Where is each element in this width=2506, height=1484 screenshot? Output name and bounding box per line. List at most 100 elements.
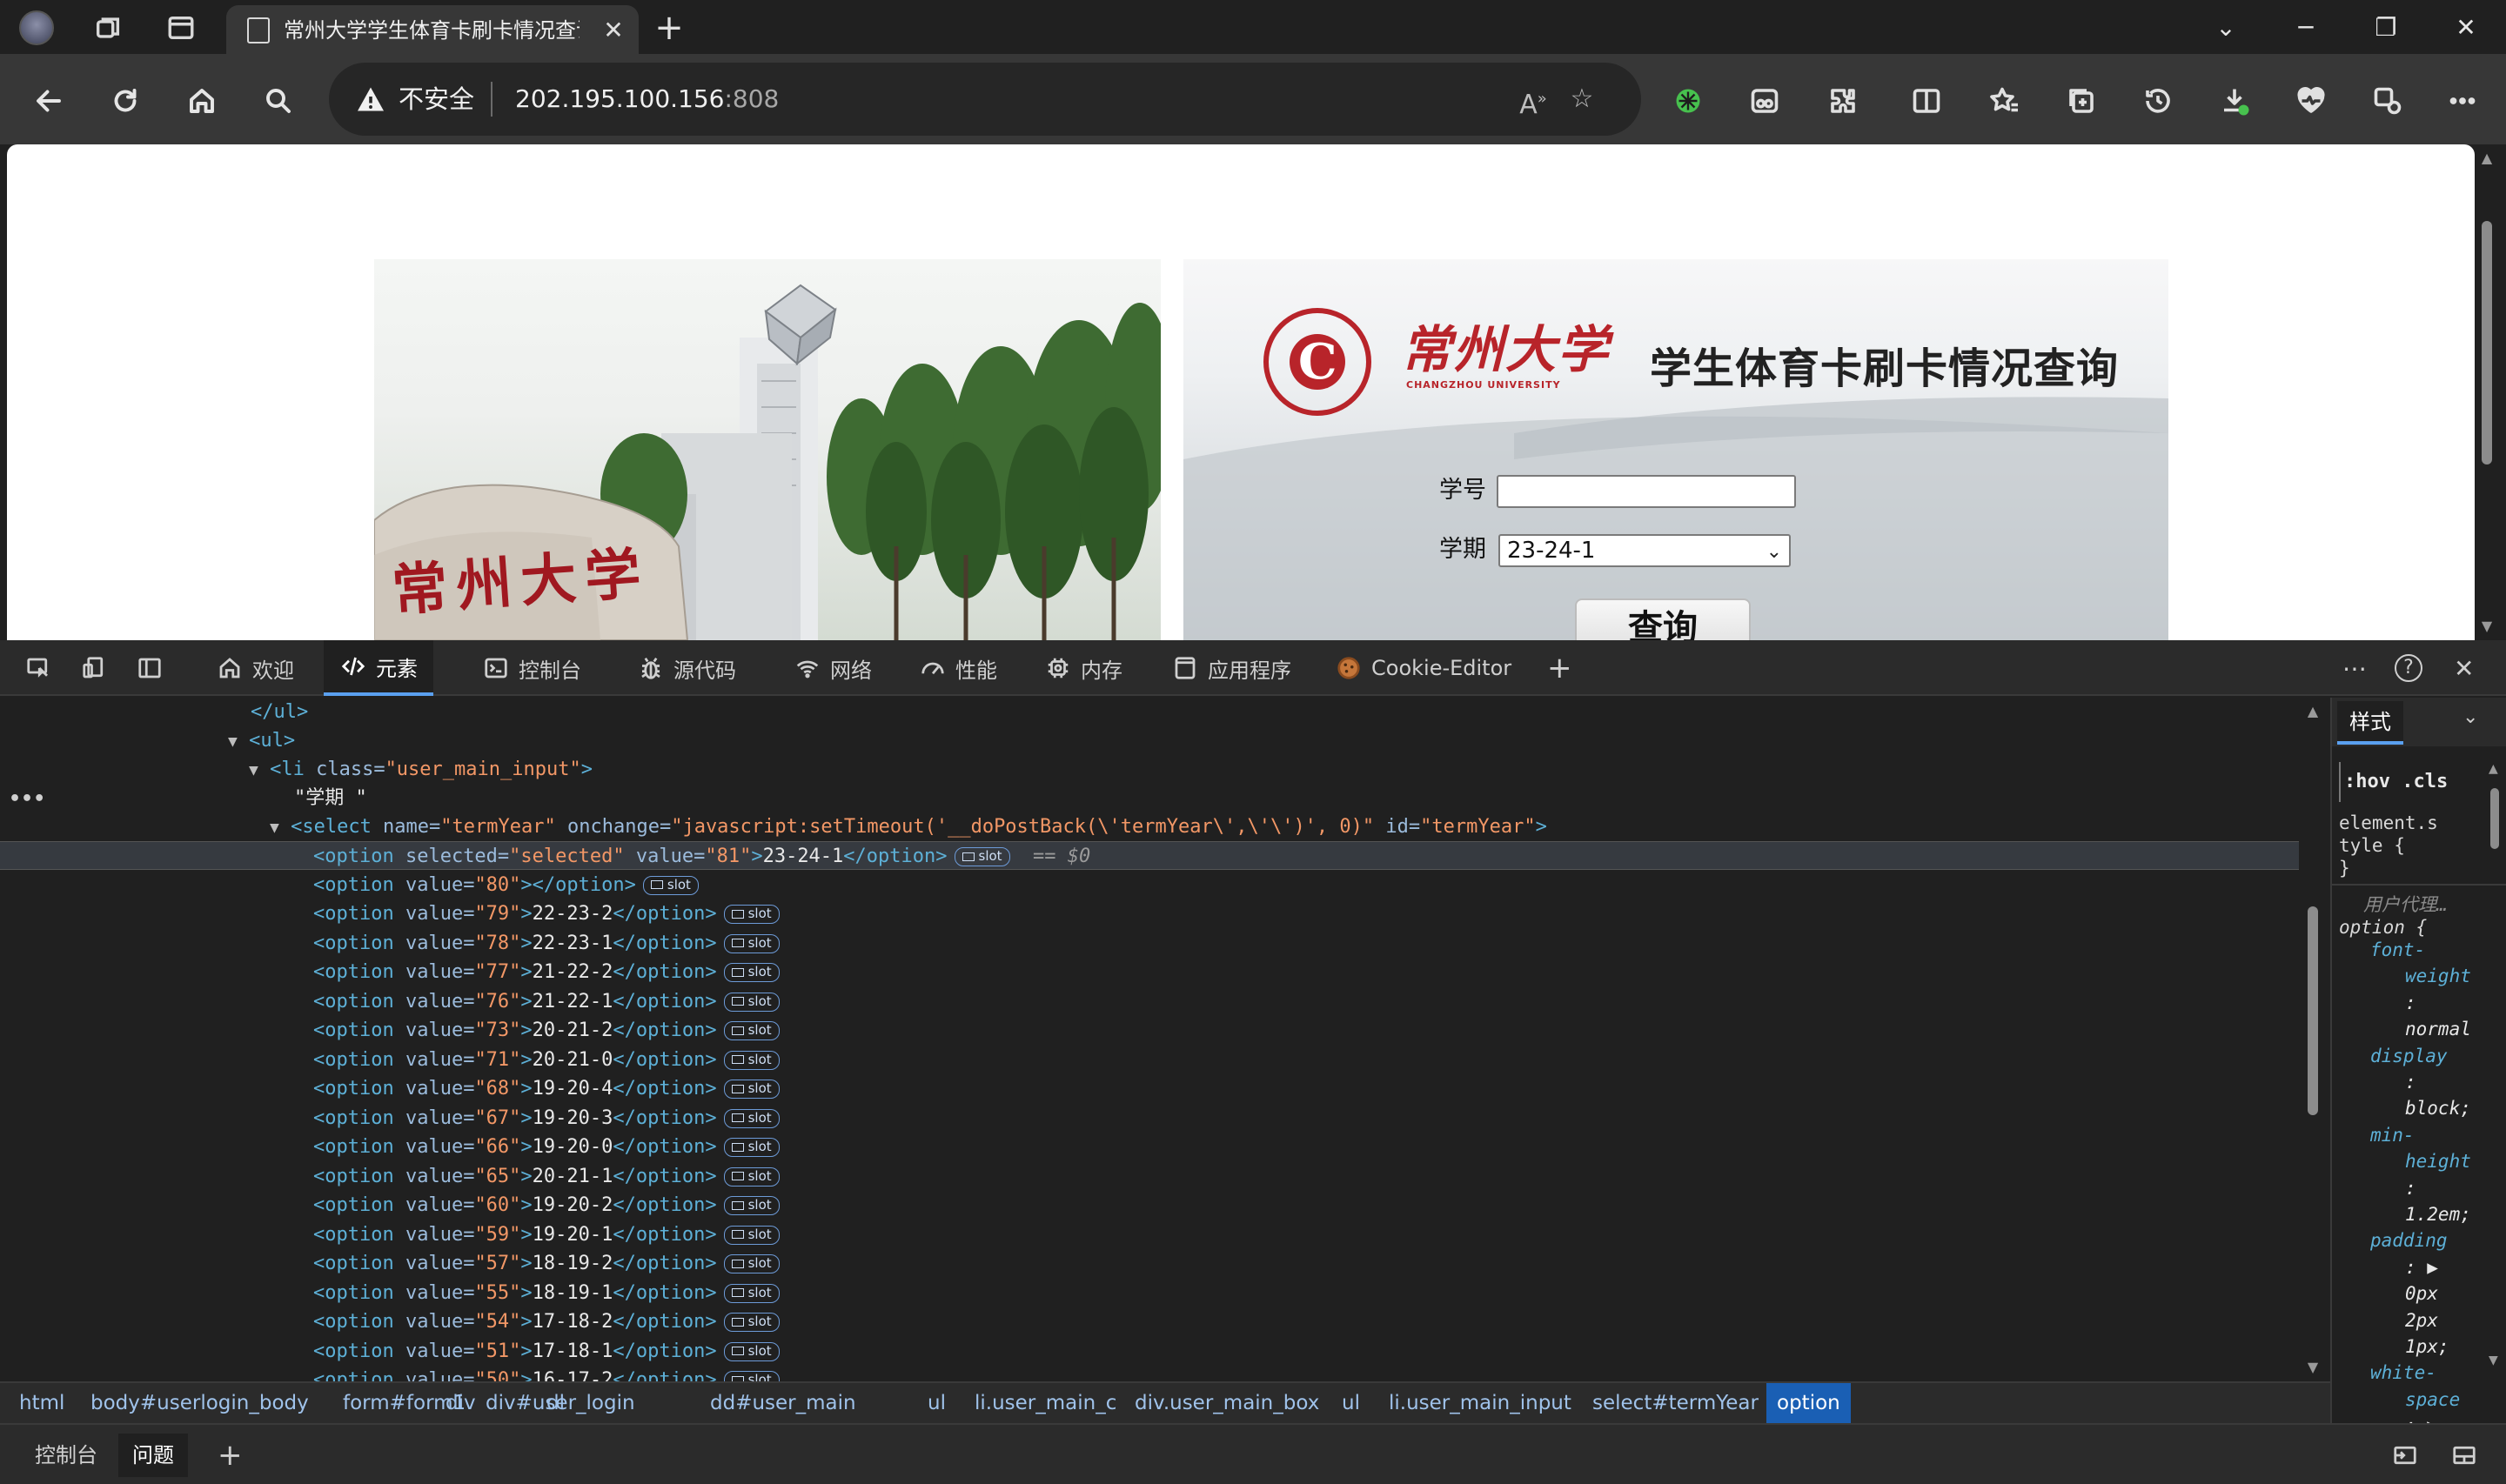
chevron-down-icon[interactable]: ⌄ — [2462, 706, 2478, 728]
dom-line-option[interactable]: <option value="73">20-21-2</option> slot — [0, 1016, 2299, 1045]
element-style-line-1[interactable]: element.s — [2339, 811, 2438, 835]
profile-sync-icon[interactable] — [2367, 80, 2409, 122]
new-tab-button[interactable]: + — [651, 10, 687, 47]
expand-triangle-icon[interactable]: ▼ — [249, 761, 258, 779]
dom-line-option[interactable]: <option value="76">21-22-1</option> slot — [0, 987, 2299, 1016]
dom-line-option[interactable]: <option value="51">17-18-1</option> slot — [0, 1337, 2299, 1366]
css-declaration-line[interactable]: : ▶ — [2405, 1255, 2438, 1280]
vertical-tabs-icon[interactable] — [162, 9, 200, 47]
devtools-close-icon[interactable]: ✕ — [2454, 640, 2474, 696]
dom-line-ul-close[interactable]: </ul> — [0, 698, 2299, 726]
slot-badge[interactable]: slot — [723, 1138, 780, 1157]
breadcrumb-item[interactable]: ul — [1331, 1383, 1370, 1423]
breadcrumb-item[interactable]: div.user_main_box — [1124, 1383, 1330, 1423]
slot-badge[interactable]: slot — [723, 1050, 780, 1070]
dom-line-option[interactable]: <option value="77">21-22-2</option> slot — [0, 958, 2299, 986]
dock-to-panel-icon[interactable] — [2388, 1439, 2422, 1472]
breadcrumb-item[interactable]: li.user_main_c — [964, 1383, 1127, 1423]
drawer-add-button[interactable]: + — [204, 1434, 257, 1477]
slot-badge[interactable]: slot — [723, 992, 780, 1012]
dom-line-option[interactable]: <option value="68">19-20-4</option> slot — [0, 1074, 2299, 1103]
dom-line-option[interactable]: <option value="65">20-21-1</option> slot — [0, 1162, 2299, 1191]
dom-line-select[interactable]: ▼ <select name="termYear" onchange="java… — [0, 812, 2299, 841]
css-declaration-line[interactable]: padding — [2370, 1228, 2448, 1253]
slot-badge[interactable]: slot — [723, 1080, 780, 1099]
devtools-more-icon[interactable]: ⋯ — [2342, 640, 2367, 696]
dom-line-li[interactable]: ▼ <li class="user_main_input"> — [0, 755, 2299, 784]
tab-list-chevron-icon[interactable]: ⌄ — [2200, 9, 2252, 47]
drawer-tab-console[interactable]: 控制台 — [21, 1434, 111, 1477]
css-declaration-line[interactable]: 1px; — [2405, 1334, 2449, 1359]
dom-line-option[interactable]: <option value="54">17-18-2</option> slot — [0, 1307, 2299, 1336]
css-declaration-line[interactable]: 0px — [2405, 1281, 2438, 1306]
active-tab[interactable]: 常州大学学生体育卡刷卡情况查询 ✕ — [226, 5, 639, 54]
dom-tree-scrollbar[interactable]: ▲ ▼ — [2301, 698, 2325, 1381]
tab-console[interactable]: 控制台 — [472, 640, 592, 696]
profile-avatar[interactable] — [17, 9, 56, 47]
page-scrollbar[interactable]: ▲ ▼ — [2475, 144, 2499, 640]
address-bar[interactable]: 不安全 202.195.100.156:808 A» ☆ — [329, 63, 1641, 136]
downloads-icon[interactable] — [2214, 80, 2255, 122]
window-close-button[interactable]: ✕ — [2440, 9, 2492, 47]
toggle-sidebar-icon[interactable] — [132, 652, 167, 684]
css-declaration-line[interactable]: 2px — [2405, 1308, 2438, 1333]
css-declaration-line[interactable]: white- — [2370, 1360, 2436, 1385]
breadcrumb-item[interactable]: ul — [917, 1383, 956, 1423]
drawer-layout-icon[interactable] — [2447, 1439, 2482, 1472]
dom-line-option[interactable]: <option value="80"></option> slot — [0, 871, 2299, 899]
dom-line-option[interactable]: <option value="79">22-23-2</option> slot — [0, 899, 2299, 928]
breadcrumb-item[interactable]: option — [1766, 1383, 1851, 1423]
css-declaration-line[interactable]: min- — [2370, 1123, 2415, 1147]
dom-line-option[interactable]: <option value="50">16-17-2</option> slot — [0, 1366, 2299, 1381]
scroll-up-arrow-icon[interactable]: ▲ — [2489, 762, 2498, 776]
tab-network[interactable]: 网络 — [783, 640, 882, 696]
dom-line-option-selected[interactable]: <option selected="selected" value="81">2… — [0, 841, 2299, 870]
slot-badge[interactable]: slot — [723, 933, 780, 953]
dom-line-option[interactable]: <option value="71">20-21-0</option> slot — [0, 1046, 2299, 1074]
drawer-tab-issues[interactable]: 问题 — [118, 1434, 188, 1477]
split-screen-icon[interactable] — [1906, 80, 1947, 122]
ua-selector[interactable]: option { — [2339, 915, 2427, 939]
breadcrumb-item[interactable]: body#userlogin_body — [80, 1383, 319, 1423]
url-text[interactable]: 202.195.100.156:808 — [515, 80, 779, 118]
expand-triangle-icon[interactable]: ▼ — [270, 819, 279, 837]
student-id-input[interactable] — [1497, 475, 1796, 508]
dom-line-option[interactable]: <option value="57">18-19-2</option> slot — [0, 1249, 2299, 1278]
slot-badge[interactable]: slot — [723, 1283, 780, 1303]
slot-badge[interactable]: slot — [723, 963, 780, 982]
css-declaration-line[interactable]: : — [2405, 1176, 2416, 1200]
extension-glasses-icon[interactable] — [1744, 80, 1786, 122]
favorites-icon[interactable] — [1984, 80, 2026, 122]
tab-memory[interactable]: 内存 — [1034, 640, 1133, 696]
slot-badge[interactable]: slot — [723, 1341, 780, 1361]
slot-badge[interactable]: slot — [723, 1371, 780, 1381]
tab-elements[interactable]: 元素 — [324, 640, 433, 696]
tab-application[interactable]: 应用程序 — [1161, 640, 1302, 696]
css-declaration-line[interactable]: space — [2405, 1387, 2460, 1412]
collections-icon[interactable] — [2060, 80, 2102, 122]
css-declaration-line[interactable]: : — [2405, 991, 2416, 1015]
dom-line-option[interactable]: <option value="60">19-20-2</option> slot — [0, 1191, 2299, 1220]
breadcrumb-item[interactable]: html — [9, 1383, 75, 1423]
term-select[interactable]: 23-24-1 ⌄ — [1498, 534, 1791, 567]
help-icon[interactable]: ? — [2395, 640, 2422, 696]
dom-line-option[interactable]: <option value="66">19-20-0</option> slot — [0, 1133, 2299, 1161]
breadcrumb-item[interactable]: dd#user_main — [700, 1383, 867, 1423]
element-style-line-2[interactable]: tyle { — [2339, 833, 2405, 858]
slot-badge[interactable]: slot — [723, 905, 780, 924]
settings-more-icon[interactable] — [2442, 80, 2483, 122]
workspaces-icon[interactable] — [89, 9, 127, 47]
slot-badge[interactable]: slot — [954, 847, 1010, 866]
styles-filter-toggles[interactable]: :hov .cls — [2339, 762, 2496, 802]
css-declaration-line[interactable]: display — [2370, 1044, 2448, 1068]
css-declaration-line[interactable]: normal — [2405, 1017, 2471, 1041]
home-icon[interactable] — [181, 80, 223, 122]
tab-sources[interactable]: 源代码 — [626, 640, 747, 696]
scroll-up-arrow-icon[interactable]: ▲ — [2478, 150, 2496, 167]
tab-close-icon[interactable]: ✕ — [599, 16, 628, 45]
css-declaration-line[interactable]: 1.2em; — [2405, 1202, 2471, 1227]
tab-styles[interactable]: 样式 — [2337, 701, 2403, 745]
scroll-up-arrow-icon[interactable]: ▲ — [2304, 703, 2322, 719]
styles-scrollbar-thumb[interactable] — [2490, 788, 2499, 849]
dom-line-option[interactable]: <option value="78">22-23-1</option> slot — [0, 929, 2299, 958]
